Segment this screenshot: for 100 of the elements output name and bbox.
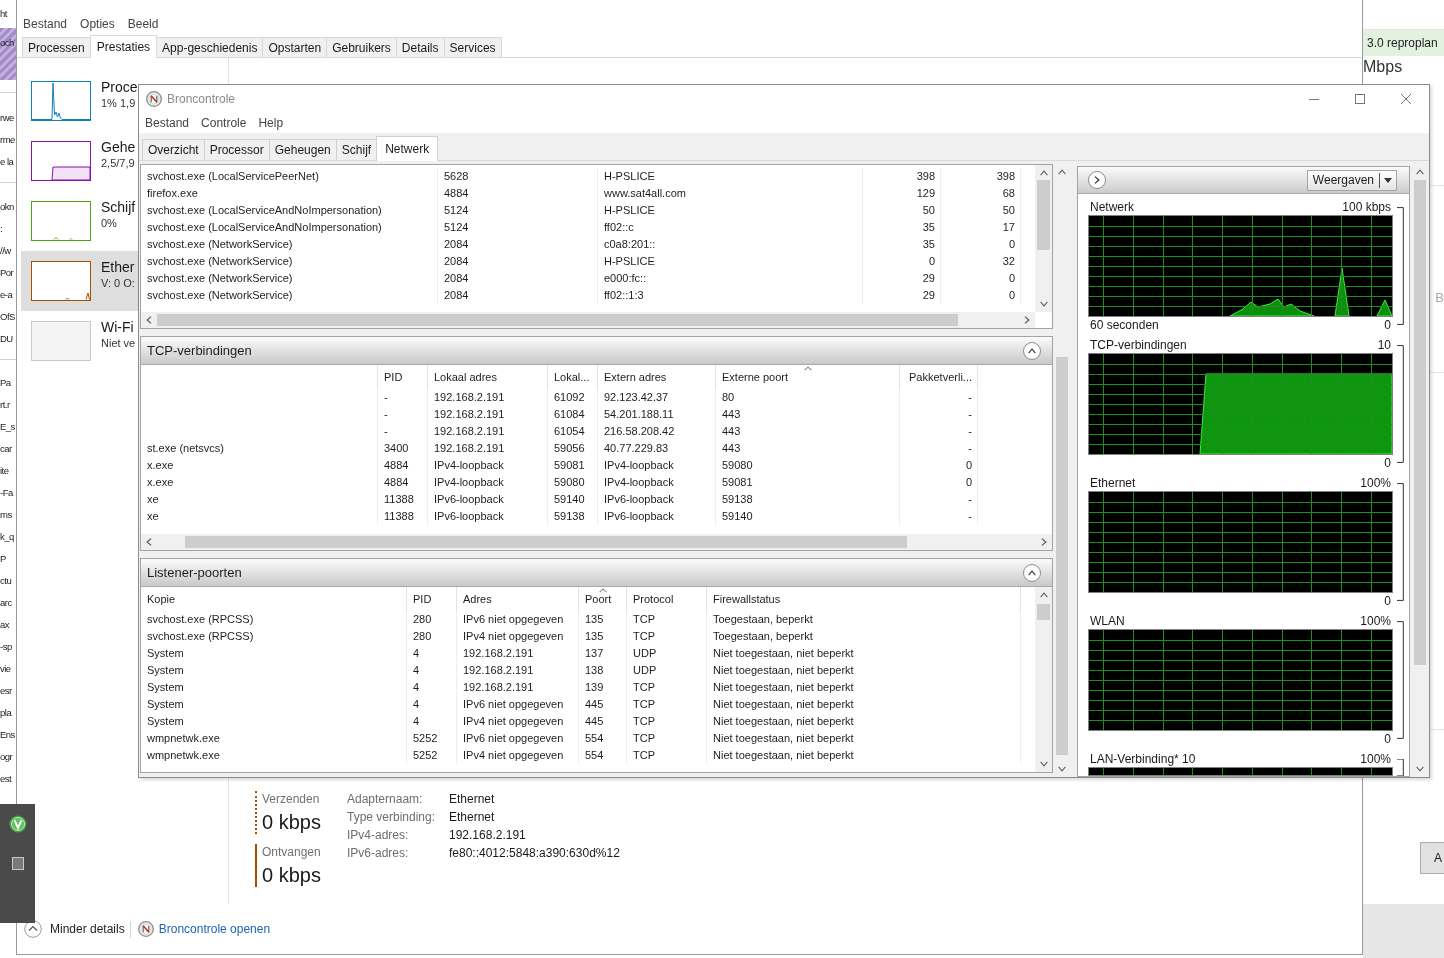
speed-text: Mbps <box>1363 57 1403 77</box>
table-cell-text: IPv6-loopback <box>434 509 504 525</box>
collapse-button[interactable] <box>1023 341 1041 360</box>
scroll-up-icon <box>1039 592 1048 598</box>
column-header[interactable]: Poort <box>579 587 627 611</box>
scale-max-label: 100% <box>1360 751 1391 767</box>
column-header[interactable]: Adres <box>457 587 579 611</box>
tab[interactable]: Opstarten <box>262 37 328 57</box>
table-cell-text: 3400 <box>384 441 409 457</box>
scale-min-label: 0 <box>1384 317 1391 333</box>
table-cell-text: 5628 <box>444 169 469 185</box>
column-header[interactable]: Protocol <box>627 587 707 611</box>
table-cell-text: 216.58.208.42 <box>604 424 675 440</box>
table-cell-text: 4884 <box>384 458 409 474</box>
property-label: Type verbinding: <box>347 809 437 826</box>
tab[interactable]: Netwerk <box>376 136 439 161</box>
resource-item[interactable]: Ether V: 0 O: <box>21 251 139 311</box>
table-cell-text: 4 <box>413 697 420 713</box>
throughput-value: 0 kbps <box>262 810 322 834</box>
menu-item[interactable]: Help <box>258 114 284 132</box>
table-cell-text: 445 <box>585 714 604 730</box>
background-text: 3.0 reproplan <box>1367 35 1438 52</box>
table-cell-text: - <box>968 424 972 440</box>
collapse-button[interactable] <box>1023 563 1041 582</box>
tab[interactable]: Processen <box>22 37 91 57</box>
table-cell-text: 80 <box>722 390 735 406</box>
table-cell-text: TCP <box>633 612 655 628</box>
column-header[interactable]: Lokal... <box>548 365 598 389</box>
table-cell-text: 50 <box>922 203 935 219</box>
table-cell-text: 554 <box>585 731 604 747</box>
tab[interactable]: Details <box>395 37 445 57</box>
table-cell-text: 129 <box>916 186 935 202</box>
table-cell-text: 59080 <box>554 475 585 491</box>
scale-bracket-icon <box>1397 345 1404 463</box>
table-cell-text: 35 <box>922 237 935 253</box>
table-cell-text: H-PSLICE <box>604 203 655 219</box>
views-dropdown[interactable]: Weergaven <box>1306 169 1397 191</box>
column-header[interactable]: Extern adres <box>598 365 716 389</box>
resource-name: Gehe <box>101 138 136 156</box>
menu-item[interactable]: Beeld <box>127 14 159 33</box>
scale-min-label: 0 <box>1384 731 1391 747</box>
tab[interactable]: App-geschiedenis <box>156 37 264 57</box>
table-cell-text: Toegestaan, beperkt <box>713 629 813 645</box>
tab[interactable]: Services <box>443 37 502 57</box>
table-cell-text: wmpnetwk.exe <box>147 748 220 764</box>
scrollbar-thumb[interactable] <box>157 314 958 326</box>
scroll-up-icon <box>1058 169 1066 175</box>
table-cell-text: 59081 <box>554 458 585 474</box>
table-cell-text: 0 <box>1008 288 1015 304</box>
scrollbar-thumb[interactable] <box>1037 604 1050 620</box>
table-cell-text: 443 <box>722 407 741 423</box>
menu-item[interactable]: Bestand <box>23 14 68 33</box>
column-header[interactable]: Pakketverli... <box>900 365 978 389</box>
background-text: okn <box>0 199 14 214</box>
horizontal-scrollbar[interactable] <box>141 534 1052 550</box>
scrollbar-thumb[interactable] <box>1056 357 1068 755</box>
table-cell-text: svchost.exe (NetworkService) <box>147 288 293 304</box>
scrollbar-thumb[interactable] <box>1037 180 1050 250</box>
horizontal-scrollbar[interactable] <box>141 312 1035 328</box>
column-header[interactable]: Firewallstatus <box>707 587 1021 611</box>
table-cell-text: svchost.exe (LocalServiceAndNoImpersonation) <box>147 203 382 219</box>
vertical-scrollbar[interactable] <box>1035 165 1052 312</box>
gauge-icon <box>137 921 154 937</box>
background-text: Pa <box>0 375 11 390</box>
v-circle-icon[interactable] <box>8 815 27 833</box>
menu-item[interactable]: Opties <box>80 14 115 33</box>
tab[interactable]: Overzicht <box>142 139 205 160</box>
scale-min-label: 0 <box>1384 593 1391 609</box>
table-cell-text: IPv4-loopback <box>604 475 674 491</box>
property-value: Ethernet <box>449 791 496 808</box>
tab[interactable]: Geheugen <box>268 139 337 160</box>
column-header[interactable]: Lokaal adres <box>428 365 548 389</box>
table-cell-text: 280 <box>413 612 432 628</box>
column-header[interactable]: Externe poort <box>716 365 900 389</box>
table-cell-text: IPv4 niet opgegeven <box>463 714 564 730</box>
open-resource-monitor-link[interactable]: Broncontrole openen <box>137 920 271 938</box>
column-header[interactable]: PID <box>378 365 428 389</box>
table-cell-text: firefox.exe <box>147 186 198 202</box>
background-text: DU <box>0 331 13 346</box>
square-icon[interactable] <box>11 857 24 870</box>
table-cell-text: - <box>968 407 972 423</box>
tab[interactable]: Gebruikers <box>326 37 397 57</box>
property-value: Ethernet <box>449 809 496 826</box>
scrollbar-thumb[interactable] <box>185 536 907 548</box>
background-text: rt.r <box>0 397 10 412</box>
action-button[interactable]: A <box>1420 842 1444 874</box>
throughput-label: Ontvangen <box>262 844 322 860</box>
menu-item[interactable]: Bestand <box>145 114 190 132</box>
scrollbar-thumb[interactable] <box>1414 180 1426 665</box>
column-header[interactable]: Kopie <box>141 587 407 611</box>
vertical-scrollbar[interactable] <box>1035 587 1052 772</box>
tab[interactable]: Prestaties <box>89 35 158 58</box>
column-header[interactable]: PID <box>407 587 457 611</box>
table-cell-text: xe <box>147 509 159 525</box>
property-label: IPv4-adres: <box>347 827 410 844</box>
expand-button[interactable] <box>1088 171 1106 189</box>
tab[interactable]: Schijf <box>335 139 378 160</box>
fewer-details-button[interactable]: Minder details <box>24 920 125 938</box>
table-cell-text: 192.168.2.191 <box>434 407 505 423</box>
menu-item[interactable]: Controle <box>201 114 247 132</box>
